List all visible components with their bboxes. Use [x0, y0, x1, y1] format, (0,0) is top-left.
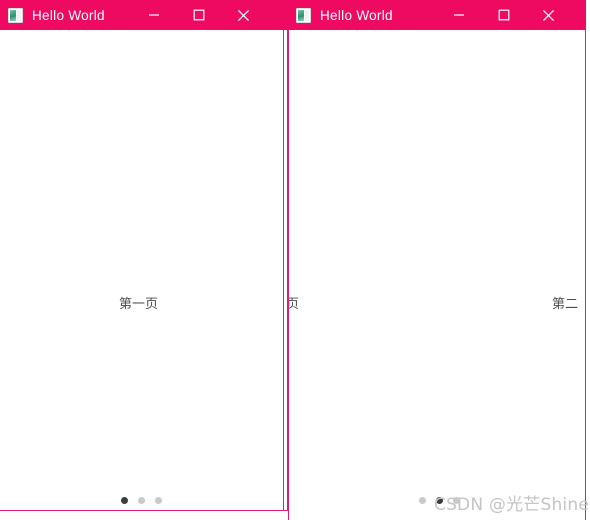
app-icon-right-pane — [17, 9, 21, 21]
pager-dot-3[interactable] — [155, 497, 162, 504]
right-window-title: Hello World — [320, 7, 393, 23]
pager-dot-1[interactable] — [419, 497, 426, 504]
app-window-icon — [296, 7, 311, 23]
maximize-button[interactable] — [481, 0, 526, 30]
close-button[interactable] — [526, 0, 571, 30]
right-page-label-outgoing: 页 — [288, 297, 300, 312]
csdn-watermark: CSDN @光芒Shine — [434, 495, 589, 515]
screenshot-stage: Hello World 第一页 Hello World 页 第二 CSDN @光… — [0, 0, 590, 520]
close-button[interactable] — [221, 0, 266, 30]
app-icon-left-pane — [298, 9, 304, 21]
left-window-controls — [131, 0, 266, 30]
right-window[interactable]: Hello World 页 第二 — [288, 0, 586, 520]
right-window-body: 页 第二 — [288, 30, 586, 520]
pager-dot-1[interactable] — [121, 497, 128, 504]
left-page-label: 第一页 — [119, 297, 159, 312]
pager-dot-2[interactable] — [138, 497, 145, 504]
left-window[interactable]: Hello World 第一页 — [0, 0, 288, 511]
left-window-body: 第一页 — [0, 30, 288, 511]
left-pager-indicator[interactable] — [121, 497, 162, 504]
left-window-title: Hello World — [32, 7, 105, 23]
minimize-button[interactable] — [436, 0, 481, 30]
right-window-controls — [436, 0, 571, 30]
app-icon-right-pane — [305, 9, 309, 21]
app-icon-left-pane — [10, 9, 16, 21]
minimize-button[interactable] — [131, 0, 176, 30]
maximize-button[interactable] — [176, 0, 221, 30]
app-window-icon — [8, 7, 23, 23]
right-page-label-incoming: 第二 — [552, 297, 579, 312]
